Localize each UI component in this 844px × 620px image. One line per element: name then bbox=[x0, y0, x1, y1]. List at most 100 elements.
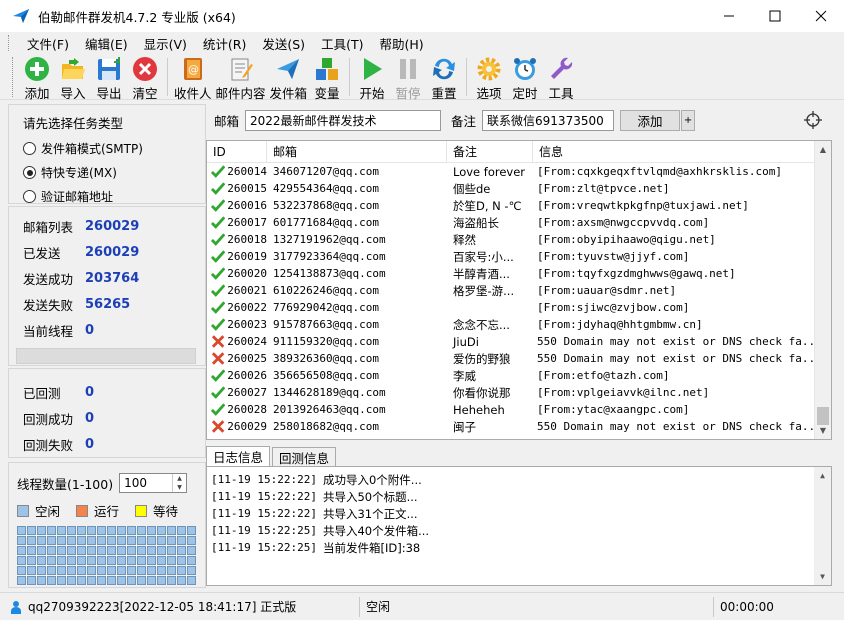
thread-slot bbox=[177, 566, 186, 575]
thread-slot bbox=[187, 566, 196, 575]
clear-icon bbox=[133, 57, 157, 81]
table-row[interactable]: 260022 776929042@qq.com [From:sjiwc@zvjbow… bbox=[207, 299, 831, 316]
import-button[interactable]: 导入 bbox=[55, 54, 91, 102]
add-mailbox-button[interactable]: 添加 bbox=[620, 109, 681, 131]
menu-send[interactable]: 发送(S) bbox=[254, 34, 313, 53]
crosshair-icon[interactable] bbox=[804, 111, 822, 129]
scroll-up-icon[interactable]: ▲ bbox=[814, 467, 831, 484]
table-row[interactable]: 260017 601771684@qq.com 海盗船长 [From:axsm@nwg… bbox=[207, 214, 831, 231]
export-button[interactable]: 导出 bbox=[91, 54, 127, 102]
table-row[interactable]: 260029 258018682@qq.com 闽子 550 Domain may n… bbox=[207, 418, 831, 435]
radio-circle-selected[interactable] bbox=[23, 166, 36, 179]
menu-help[interactable]: 帮助(H) bbox=[371, 34, 431, 53]
thread-count-value[interactable]: 100 bbox=[120, 476, 172, 490]
table-row[interactable]: 260024 911159320@qq.com JiuDi 550 Domain ma… bbox=[207, 333, 831, 350]
table-row[interactable]: 260018 1327191962@qq.com 释然 [From:obyipihaa… bbox=[207, 231, 831, 248]
thread-slot bbox=[37, 576, 46, 585]
tab-bounce[interactable]: 回测信息 bbox=[272, 447, 337, 466]
table-row[interactable]: 260014 346071207@qq.com Love forever [From:… bbox=[207, 163, 831, 180]
thread-slot bbox=[47, 566, 56, 575]
menu-view[interactable]: 显示(V) bbox=[136, 34, 195, 53]
pause-button[interactable]: 暂停 bbox=[390, 54, 426, 102]
scroll-down-icon[interactable]: ▼ bbox=[815, 422, 831, 439]
thread-slot bbox=[17, 536, 26, 545]
stepper-down-icon[interactable]: ▼ bbox=[173, 483, 186, 492]
table-row[interactable]: 260027 1344628189@qq.com 你看你说那 [From:vplgei… bbox=[207, 384, 831, 401]
close-icon bbox=[815, 10, 827, 22]
reset-button[interactable]: 重置 bbox=[426, 54, 462, 102]
clear-button[interactable]: 清空 bbox=[127, 54, 163, 102]
stepper-up-icon[interactable]: ▲ bbox=[173, 474, 186, 483]
cell-email: 1327191962@qq.com bbox=[273, 233, 386, 246]
radio-smtp[interactable]: 发件箱模式(SMTP) bbox=[23, 140, 191, 157]
add-dropdown-button[interactable]: + bbox=[681, 109, 696, 131]
menu-edit[interactable]: 编辑(E) bbox=[77, 34, 136, 53]
table-row[interactable]: 260016 532237868@qq.com 於笙D, N -℃ [From:vr… bbox=[207, 197, 831, 214]
scroll-up-icon[interactable]: ▲ bbox=[815, 141, 831, 158]
cell-note: 闽子 bbox=[453, 419, 476, 434]
log-time: [11-19 15:22:22] bbox=[211, 507, 317, 520]
col-note[interactable]: 备注 bbox=[447, 141, 533, 162]
radio-mx[interactable]: 特快专递(MX) bbox=[23, 164, 191, 181]
stepper-arrows[interactable]: ▲ ▼ bbox=[172, 474, 186, 492]
radio-circle[interactable] bbox=[23, 190, 36, 203]
log-panel: [11-19 15:22:22] 成功导入0个附件... [11-19 15:22:… bbox=[206, 466, 832, 586]
stat-label: 发送成功 bbox=[23, 271, 74, 287]
mail-content-button[interactable]: 邮件内容 bbox=[214, 54, 268, 102]
add-button[interactable]: 添加 bbox=[19, 54, 55, 102]
cell-note: 格罗堡-游... bbox=[453, 283, 515, 298]
cell-email: 1344628189@qq.com bbox=[273, 386, 386, 399]
timer-button[interactable]: 定时 bbox=[507, 54, 543, 102]
tab-log[interactable]: 日志信息 bbox=[206, 446, 271, 466]
radio-circle[interactable] bbox=[23, 142, 36, 155]
table-row[interactable]: 260023 915787663@qq.com 念念不忘... [From:jdyha… bbox=[207, 316, 831, 333]
stat-value: 0 bbox=[85, 384, 95, 400]
cell-info: [From:jdyhaq@hhtgmbmw.cn] bbox=[537, 318, 703, 331]
cell-info: [From:ytac@xaangpc.com] bbox=[537, 403, 690, 416]
row-id: 260020 bbox=[227, 267, 267, 280]
col-info[interactable]: 信息 bbox=[533, 141, 815, 162]
cell-note: 個些de bbox=[453, 181, 491, 196]
scroll-down-icon[interactable]: ▼ bbox=[814, 568, 831, 585]
recipients-button[interactable]: @ 收件人 bbox=[172, 54, 214, 102]
tools-label: 工具 bbox=[548, 86, 574, 101]
thread-slot bbox=[107, 526, 116, 535]
thread-count-stepper[interactable]: 100 ▲ ▼ bbox=[119, 473, 188, 493]
thread-slot bbox=[37, 526, 46, 535]
log-scrollbar[interactable]: ▲ ▼ bbox=[814, 467, 831, 585]
table-row[interactable]: 260025 389326360@qq.com 爱伤的野狼 550 Domain ma… bbox=[207, 350, 831, 367]
thread-slot bbox=[67, 526, 76, 535]
table-row[interactable]: 260028 2013926463@qq.com Heheheh [From:ytac… bbox=[207, 401, 831, 418]
table-row[interactable]: 260019 3177923364@qq.com 百家号:小... [From:tyu… bbox=[207, 248, 831, 265]
outbox-button[interactable]: 发件箱 bbox=[268, 54, 310, 102]
radio-verify[interactable]: 验证邮箱地址 bbox=[23, 188, 191, 205]
table-row[interactable]: 260020 1254138873@qq.com 半醇青酒... [From:tqyf… bbox=[207, 265, 831, 282]
thread-slot bbox=[167, 566, 176, 575]
maximize-button[interactable] bbox=[752, 0, 798, 32]
thread-slot bbox=[67, 566, 76, 575]
thread-slot bbox=[57, 556, 66, 565]
close-button[interactable] bbox=[798, 0, 844, 32]
stat-label: 回测成功 bbox=[23, 411, 74, 427]
menu-file[interactable]: 文件(F) bbox=[19, 34, 77, 53]
mailbox-input[interactable]: 2022最新邮件群发技术 bbox=[245, 109, 442, 131]
menu-tools[interactable]: 工具(T) bbox=[313, 34, 371, 53]
table-row[interactable]: 260021 610226246@qq.com 格罗堡-游... [From:uaua… bbox=[207, 282, 831, 299]
reset-icon bbox=[433, 58, 456, 80]
thread-slot bbox=[57, 536, 66, 545]
cell-info: [From:vplgeiavvk@ilnc.net] bbox=[537, 386, 710, 399]
table-row[interactable]: 260026 356656508@qq.com 李威 [From:etfo@tazh.… bbox=[207, 367, 831, 384]
col-email[interactable]: 邮箱 bbox=[267, 141, 447, 162]
start-button[interactable]: 开始 bbox=[354, 54, 390, 102]
menu-stats[interactable]: 统计(R) bbox=[195, 34, 254, 53]
note-input[interactable]: 联系微信691373500 bbox=[482, 109, 615, 131]
variable-button[interactable]: 变量 bbox=[309, 54, 345, 102]
list-scrollbar[interactable]: ▲ ▼ bbox=[814, 141, 831, 439]
minimize-button[interactable] bbox=[706, 0, 752, 32]
table-row[interactable]: 260015 429554364@qq.com 個些de [From:zlt@tpvc… bbox=[207, 180, 831, 197]
thread-slot bbox=[97, 526, 106, 535]
log-tabs: 日志信息 回测信息 bbox=[206, 446, 836, 466]
col-id[interactable]: ID bbox=[207, 141, 267, 162]
options-button[interactable]: 选项 bbox=[471, 54, 507, 102]
tools-button[interactable]: 工具 bbox=[543, 54, 579, 102]
